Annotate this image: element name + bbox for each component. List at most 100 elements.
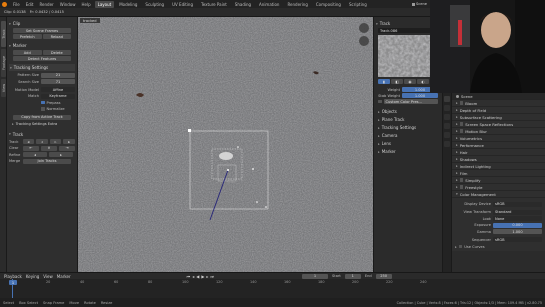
tab-scripting[interactable]: Scripting	[346, 1, 370, 8]
menu-render[interactable]: Render	[37, 2, 55, 7]
custom-color-preset[interactable]: Custom Color Pres...	[383, 99, 438, 104]
pattern-size-field[interactable]: 21	[41, 72, 75, 78]
clip-section-header[interactable]: ▾ Clip	[9, 20, 75, 27]
marker-corner-handle[interactable]	[252, 168, 254, 170]
tracking-settings-extra-header[interactable]: ▸ Tracking Settings Extra	[9, 121, 75, 128]
depth-of-field-row[interactable]: ▸ Depth of Field	[452, 107, 545, 114]
volumetrics-row[interactable]: ▸ Volumetrics	[452, 135, 545, 142]
clip-viewport[interactable]: tracked	[78, 17, 373, 272]
refine-backwards-button[interactable]: ◂	[23, 152, 47, 157]
prepass-checkbox[interactable]	[41, 100, 45, 105]
blender-logo-icon[interactable]	[2, 1, 7, 7]
tab-shading[interactable]: Shading	[232, 1, 254, 8]
performance-row[interactable]: ▸ Performance	[452, 142, 545, 149]
scene-selector[interactable]: Scene	[412, 2, 427, 6]
look-select[interactable]: None	[493, 216, 542, 221]
track-next-button[interactable]: ▹	[49, 139, 62, 144]
clear-all-button[interactable]: ✕	[41, 145, 57, 151]
display-device-select[interactable]: sRGB	[493, 201, 542, 207]
output-properties-icon[interactable]	[444, 105, 450, 111]
prefetch-button[interactable]: Prefetch	[13, 34, 42, 39]
start-frame-field[interactable]: 1	[344, 273, 361, 279]
track-forwards-button[interactable]: ▸	[63, 139, 75, 144]
view-transform-select[interactable]: Standard	[493, 209, 542, 215]
track-color-button[interactable]: ▮	[378, 79, 390, 84]
play-reverse-icon[interactable]: ◀	[196, 274, 199, 279]
marker-corner-handle[interactable]	[237, 146, 239, 148]
hide-track-icon[interactable]: ◐	[417, 79, 429, 84]
refine-forwards-button[interactable]: ▸	[49, 152, 73, 157]
tab-rendering[interactable]: Rendering	[284, 1, 310, 8]
set-scene-frames-button[interactable]: Set Scene Frames	[13, 28, 71, 33]
simplify-row[interactable]: ▸ Simplify	[452, 177, 545, 184]
view-layer-properties-icon[interactable]	[444, 114, 450, 120]
normalize-checkbox[interactable]	[41, 107, 45, 111]
reload-button[interactable]: Reload	[42, 34, 71, 39]
exposure-field[interactable]: 0.000	[493, 222, 542, 228]
tab-animation[interactable]: Animation	[256, 1, 282, 8]
jump-start-icon[interactable]: ⏮	[187, 274, 191, 279]
world-properties-icon[interactable]	[444, 132, 450, 138]
menu-edit[interactable]: Edit	[24, 2, 36, 7]
screen-space-reflections-row[interactable]: ▸ Screen Space Reflections	[452, 121, 545, 128]
playhead-frame-badge[interactable]: 1	[9, 280, 17, 285]
object-properties-icon[interactable]	[444, 141, 450, 147]
tab-layout[interactable]: Layout	[94, 0, 115, 8]
motion-blur-row[interactable]: ▸ Motion Blur	[452, 128, 545, 135]
render-properties-icon[interactable]	[444, 96, 450, 102]
marker-section-header[interactable]: ▾ Marker	[9, 42, 75, 49]
disable-track-icon[interactable]: ◉	[404, 79, 416, 84]
tab-sculpting[interactable]: Sculpting	[142, 1, 167, 8]
tab-view-vertical[interactable]: View	[1, 79, 6, 97]
track-name-field[interactable]: Track.086	[378, 28, 438, 33]
lock-track-icon[interactable]: ◧	[391, 79, 403, 84]
jump-end-icon[interactable]: ⏭	[210, 274, 214, 279]
marker-corner-handle[interactable]	[265, 206, 267, 208]
tracking-settings-section[interactable]: ▸ Tracking Settings	[376, 124, 440, 131]
clear-after-button[interactable]: ⇥	[59, 145, 75, 151]
shadows-row[interactable]: ▸ Shadows	[452, 156, 545, 163]
film-row[interactable]: ▸ Film	[452, 170, 545, 177]
timeline-ruler[interactable]: 120406080100120140160180200220240 1	[0, 279, 545, 298]
tracking-settings-header[interactable]: ▾ Tracking Settings	[9, 64, 75, 71]
subsurface-scattering-row[interactable]: ▸ Subsurface Scattering	[452, 114, 545, 121]
clear-before-button[interactable]: ⇤	[23, 145, 39, 151]
current-frame-field[interactable]: 1	[302, 273, 329, 279]
custom-color-checkbox[interactable]	[378, 99, 382, 104]
search-size-field[interactable]: 71	[41, 79, 75, 84]
detect-features-button[interactable]: Detect Features	[13, 56, 71, 61]
gamma-field[interactable]: 1.000	[493, 229, 542, 234]
track-section-header[interactable]: ▾ Track	[9, 131, 75, 138]
view-menu[interactable]: View	[43, 274, 53, 279]
play-icon[interactable]: ▶	[201, 274, 204, 279]
menu-file[interactable]: File	[11, 2, 22, 7]
add-marker-button[interactable]: Add	[13, 50, 42, 55]
join-tracks-button[interactable]: Join Tracks	[23, 158, 71, 164]
delete-marker-button[interactable]: Delete	[42, 50, 71, 55]
menu-window[interactable]: Window	[58, 2, 78, 7]
lens-section[interactable]: ▸ Lens	[376, 140, 440, 147]
navigate-gizmo-icon[interactable]	[359, 23, 369, 33]
tab-footage-vertical[interactable]: Footage	[1, 49, 6, 77]
indirect-lighting-row[interactable]: ▸ Indirect Lighting	[452, 163, 545, 170]
end-frame-field[interactable]: 250	[375, 273, 392, 279]
plane-track-section[interactable]: ▸ Plane Track	[376, 116, 440, 123]
camera-section[interactable]: ▸ Camera	[376, 132, 440, 139]
next-keyframe-icon[interactable]: ▸	[206, 274, 208, 279]
playback-menu[interactable]: Playback	[4, 274, 22, 279]
marker-corner-handle[interactable]	[256, 201, 258, 203]
objects-section[interactable]: ▸ Objects	[376, 108, 440, 115]
bloom-row[interactable]: ▸ Bloom	[452, 100, 545, 107]
footage-frame[interactable]	[78, 17, 373, 272]
match-select[interactable]: Keyframe	[41, 93, 75, 99]
track-prev-button[interactable]: ◃	[36, 139, 48, 144]
marker-center-point[interactable]	[227, 169, 229, 171]
hair-row[interactable]: ▸ Hair	[452, 149, 545, 156]
keying-menu[interactable]: Keying	[26, 274, 39, 279]
menu-help[interactable]: Help	[79, 2, 92, 7]
freestyle-row[interactable]: ▸ Freestyle	[452, 184, 545, 191]
marker-section[interactable]: ▸ Marker	[376, 148, 440, 155]
sequencer-select[interactable]: sRGB	[493, 237, 542, 242]
scene-properties-icon[interactable]	[444, 123, 450, 129]
use-curves-checkbox[interactable]	[458, 244, 463, 249]
